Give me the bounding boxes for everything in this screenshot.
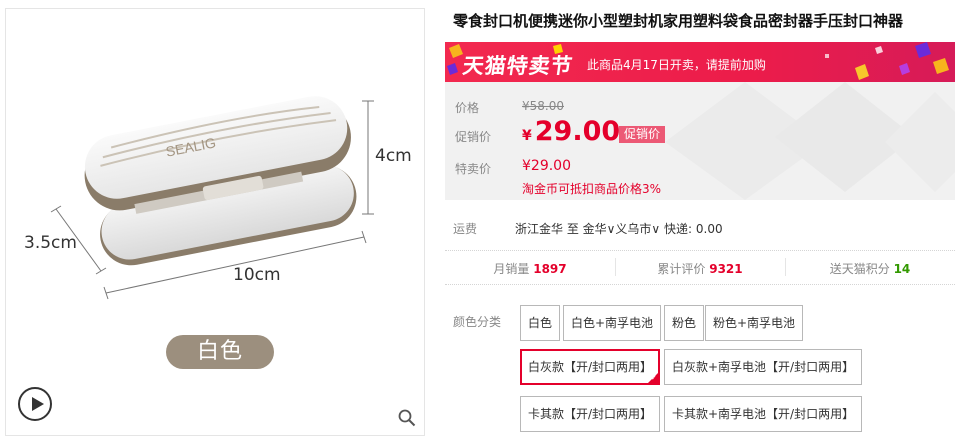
stat-value: 9321 — [709, 262, 743, 276]
special-price: ¥29.00 — [522, 158, 571, 174]
promo-price-tag: 促销价 — [619, 126, 666, 143]
shipping-row: 运费 浙江金华 至 金华∨义乌市∨ 快递: 0.00 — [445, 212, 955, 242]
divider — [445, 284, 955, 285]
currency-symbol: ¥ — [522, 128, 532, 144]
original-price: ¥58.00 — [522, 99, 564, 113]
stat-value: 14 — [893, 262, 911, 276]
sku-label: 颜色分类 — [453, 315, 502, 329]
stat-label: 送天猫积分 — [829, 262, 890, 276]
sku-option-whitegray-selected[interactable]: 白灰款【开/封口两用】 — [520, 349, 661, 385]
price-box: 价格 ¥58.00 促销价 ¥29.00 促销价 特卖价 ¥29.00 淘金币可… — [445, 82, 955, 200]
sales-stats: 月销量 1897 累计评价 9321 送天猫积分 14 — [445, 256, 955, 280]
dimension-height: 4cm — [375, 146, 412, 166]
stat-label: 累计评价 — [657, 262, 706, 276]
sku-option-khaki[interactable]: 卡其款【开/封口两用】 — [520, 396, 661, 432]
sku-option-white[interactable]: 白色 — [520, 305, 561, 341]
stat-value: 1897 — [533, 262, 567, 276]
stat-total-reviews[interactable]: 累计评价 9321 — [615, 260, 785, 277]
promo-price-value: 29.00 — [534, 116, 621, 147]
stat-label: 月销量 — [493, 262, 530, 276]
color-label-pill: 白色 — [166, 335, 274, 369]
promo-banner: 天猫特卖节 此商品4月17日开卖，请提前加购 — [445, 42, 955, 82]
sku-option-whitegray-battery[interactable]: 白灰款+南孚电池【开/封口两用】 — [664, 349, 863, 385]
promo-event-name: 天猫特卖节 — [461, 54, 575, 78]
zoom-icon[interactable] — [398, 409, 416, 427]
product-title: 零食封口机便携迷你小型塑封机家用塑料袋食品密封器手压封口神器 — [453, 12, 904, 30]
original-price-label: 价格 — [455, 101, 480, 115]
stat-monthly-sales: 月销量 1897 — [445, 260, 615, 277]
coin-deduction-note[interactable]: 淘金币可抵扣商品价格3% — [522, 180, 661, 197]
play-icon[interactable] — [18, 387, 52, 421]
selected-check-icon — [647, 372, 660, 384]
sku-option-khaki-battery[interactable]: 卡其款+南孚电池【开/封口两用】 — [664, 396, 863, 432]
shipping-destination[interactable]: 浙江金华 至 金华∨义乌市∨ 快递: 0.00 — [515, 220, 723, 237]
dimension-width: 3.5cm — [24, 233, 77, 253]
promo-price: ¥29.00 — [522, 116, 620, 147]
sku-option-white-battery[interactable]: 白色+南孚电池 — [563, 305, 662, 341]
promo-note: 此商品4月17日开卖，请提前加购 — [587, 58, 766, 72]
sku-option-pink[interactable]: 粉色 — [664, 305, 705, 341]
product-photo: SEALIG — [50, 96, 374, 300]
sku-option-pink-battery[interactable]: 粉色+南孚电池 — [705, 305, 804, 341]
dimension-length: 10cm — [233, 265, 281, 285]
shipping-label: 运费 — [453, 222, 478, 236]
special-price-label: 特卖价 — [455, 162, 492, 176]
divider — [445, 250, 955, 251]
sku-option-label: 白灰款【开/封口两用】 — [528, 360, 653, 374]
stat-tmall-points: 送天猫积分 14 — [785, 260, 955, 277]
promo-price-label: 促销价 — [455, 130, 492, 144]
product-image-panel[interactable]: SEALIG 4cm 3.5cm 10cm 白色 — [5, 8, 425, 436]
